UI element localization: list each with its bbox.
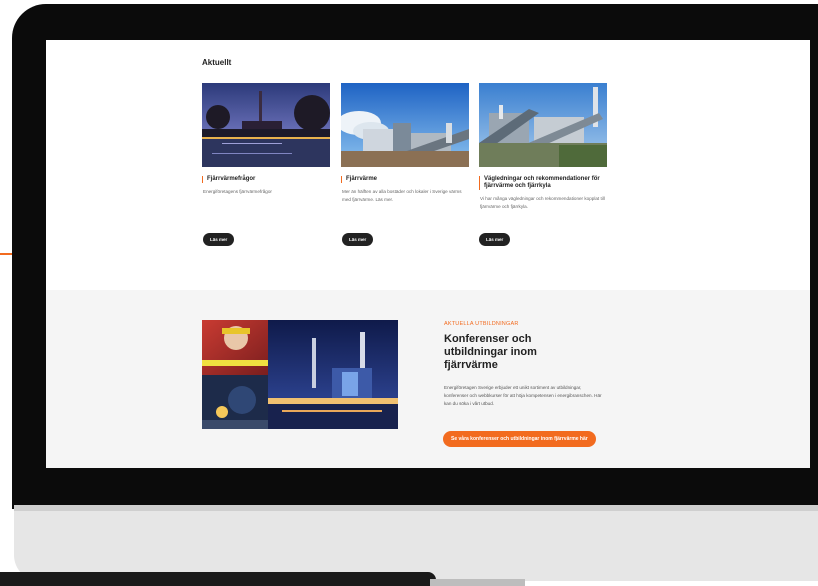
laptop-base-edge [14,505,818,511]
card-image-industrial-site[interactable] [479,83,607,167]
news-card-3[interactable]: Vägledningar och rekommendationer för fj… [479,83,607,211]
news-card-1[interactable]: Fjärrvärmefrågor Energiföretagens fjärrv… [202,83,330,196]
laptop-base [14,505,818,581]
section-title: Aktuellt [202,58,232,67]
card-title: Vägledningar och rekommendationer för fj… [479,176,607,190]
card-description: Vi har många vägledningar och rekommenda… [480,196,605,209]
read-more-button-3[interactable]: Läs mer [479,233,511,246]
card-title: Fjärrvärme [341,176,469,183]
education-cta-button[interactable]: Se våra konferenser och utbildningar ino… [443,431,596,447]
read-more-button-1[interactable]: Läs mer [203,233,235,246]
laptop-screen: Aktuellt Fjärrvärmefrågor Energiföretage… [46,40,810,468]
card-description: Mer än hälften av alla bostäder och loka… [342,189,462,202]
education-image-collage [202,320,398,429]
dark-strip [0,572,436,586]
card-title: Fjärrvärmefrågor [202,176,330,183]
news-section: Aktuellt Fjärrvärmefrågor Energiföretage… [46,40,810,290]
read-more-button-2[interactable]: Läs mer [342,233,374,246]
grey-strip [430,579,525,586]
card-description: Energiföretagens fjärrvärmefrågor [203,189,272,194]
education-eyebrow: AKTUELLA UTBILDNINGAR [444,321,519,327]
education-section: AKTUELLA UTBILDNINGAR Konferenser och ut… [46,290,810,468]
card-image-lake-plant[interactable] [202,83,330,167]
news-card-2[interactable]: Fjärrvärme Mer än hälften av alla bostäd… [341,83,469,204]
education-title: Konferenser och utbildningar inom fjärrv… [444,333,537,371]
laptop-mockup: Aktuellt Fjärrvärmefrågor Energiföretage… [0,0,818,586]
card-image-power-plant[interactable] [341,83,469,167]
education-description: Energiföretagen Sverige erbjuder ett uni… [444,385,602,406]
